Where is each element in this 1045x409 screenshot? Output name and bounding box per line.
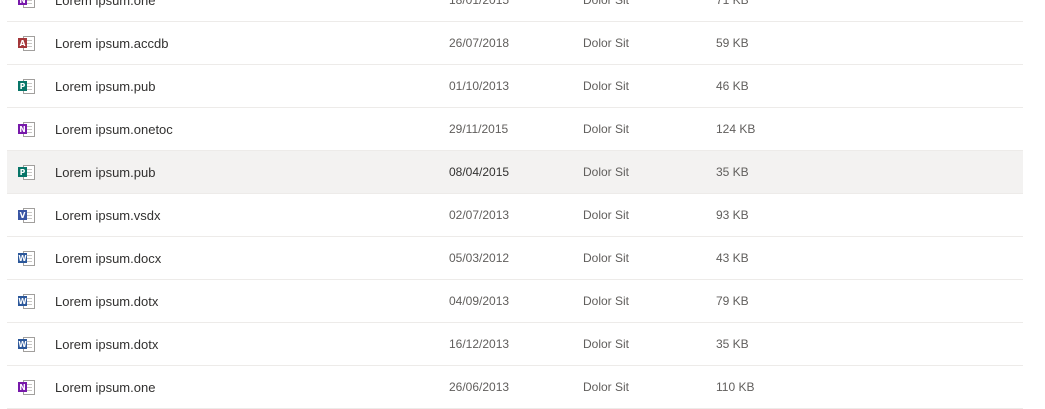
publisher-file-icon: P	[18, 79, 35, 94]
file-modified-date: 05/03/2012	[449, 251, 510, 265]
file-modified-date: 08/04/2015	[449, 165, 510, 179]
file-modified-by: Dolor Sit	[583, 251, 630, 265]
file-size: 35 KB	[716, 165, 749, 179]
file-name[interactable]: Lorem ipsum.one	[55, 380, 155, 395]
svg-text:W: W	[18, 254, 27, 263]
file-row[interactable]: N Lorem ipsum.one 26/06/2013 Dolor Sit 110 K…	[7, 366, 1023, 409]
svg-text:N: N	[19, 383, 25, 392]
file-modified-by: Dolor Sit	[583, 208, 630, 222]
file-name[interactable]: Lorem ipsum.one	[55, 0, 155, 8]
word-template-file-icon: W	[18, 294, 35, 309]
file-size: 43 KB	[716, 251, 749, 265]
svg-text:V: V	[20, 211, 26, 220]
file-name[interactable]: Lorem ipsum.dotx	[55, 294, 158, 309]
publisher-file-icon: P	[18, 165, 35, 180]
file-modified-by: Dolor Sit	[583, 122, 630, 136]
onenote-toc-file-icon: N	[18, 122, 35, 137]
file-name[interactable]: Lorem ipsum.onetoc	[55, 122, 173, 137]
svg-text:P: P	[20, 168, 26, 177]
word-file-icon: W	[18, 251, 35, 266]
svg-text:A: A	[20, 39, 26, 48]
file-row[interactable]: W Lorem ipsum.dotx 16/12/2013 Dolor Sit 35 K…	[7, 323, 1023, 366]
file-modified-by: Dolor Sit	[583, 165, 630, 179]
file-modified-by: Dolor Sit	[583, 337, 630, 351]
file-modified-date: 26/06/2013	[449, 380, 510, 394]
svg-text:W: W	[18, 340, 27, 349]
file-size: 59 KB	[716, 36, 749, 50]
file-modified-by: Dolor Sit	[583, 79, 630, 93]
access-file-icon: A	[18, 36, 35, 51]
file-row[interactable]: V Lorem ipsum.vsdx 02/07/2013 Dolor Sit 93 K…	[7, 194, 1023, 237]
file-size: 110 KB	[716, 380, 755, 394]
file-modified-date: 01/10/2013	[449, 79, 510, 93]
file-modified-date: 29/11/2015	[449, 122, 509, 136]
file-modified-date: 16/12/2013	[449, 337, 510, 351]
file-size: 124 KB	[716, 122, 756, 136]
file-size: 93 KB	[716, 208, 749, 222]
visio-file-icon: V	[18, 208, 35, 223]
file-modified-by: Dolor Sit	[583, 36, 630, 50]
file-row[interactable]: N Lorem ipsum.one 18/01/2015 Dolor Sit 71 KB	[7, 0, 1023, 22]
file-name[interactable]: Lorem ipsum.pub	[55, 79, 155, 94]
file-name[interactable]: Lorem ipsum.dotx	[55, 337, 158, 352]
svg-text:N: N	[19, 125, 25, 134]
file-row[interactable]: N Lorem ipsum.onetoc 29/11/2015 Dolor Sit 12…	[7, 108, 1023, 151]
onenote-file-icon: N	[18, 380, 35, 395]
file-modified-date: 02/07/2013	[449, 208, 510, 222]
file-modified-date: 04/09/2013	[449, 294, 510, 308]
file-size: 79 KB	[716, 294, 749, 308]
file-modified-date: 18/01/2015	[449, 0, 510, 7]
file-row[interactable]: W Lorem ipsum.docx 05/03/2012 Dolor Sit 43 K…	[7, 237, 1023, 280]
file-row[interactable]: W Lorem ipsum.dotx 04/09/2013 Dolor Sit 79 K…	[7, 280, 1023, 323]
svg-text:N: N	[19, 0, 25, 5]
file-name[interactable]: Lorem ipsum.vsdx	[55, 208, 160, 223]
onenote-file-icon: N	[18, 0, 35, 8]
file-row[interactable]: P Lorem ipsum.pub 01/10/2013 Dolor Sit 46 KB	[7, 65, 1023, 108]
file-name[interactable]: Lorem ipsum.pub	[55, 165, 155, 180]
file-modified-by: Dolor Sit	[583, 380, 630, 394]
file-name[interactable]: Lorem ipsum.accdb	[55, 36, 168, 51]
file-size: 71 KB	[716, 0, 749, 7]
file-modified-by: Dolor Sit	[583, 294, 630, 308]
file-row[interactable]: A Lorem ipsum.accdb 26/07/2018 Dolor Sit 59 …	[7, 22, 1023, 65]
file-size: 46 KB	[716, 79, 749, 93]
file-row[interactable]: P Lorem ipsum.pub 08/04/2015 Dolor Sit 35 KB	[7, 151, 1023, 194]
file-modified-by: Dolor Sit	[583, 0, 630, 7]
file-list: N Lorem ipsum.one 18/01/2015 Dolor Sit 71 KB…	[7, 0, 1023, 409]
svg-text:W: W	[18, 297, 27, 306]
file-name[interactable]: Lorem ipsum.docx	[55, 251, 161, 266]
file-modified-date: 26/07/2018	[449, 36, 510, 50]
word-template-file-icon: W	[18, 337, 35, 352]
svg-text:P: P	[20, 82, 26, 91]
file-size: 35 KB	[716, 337, 749, 351]
